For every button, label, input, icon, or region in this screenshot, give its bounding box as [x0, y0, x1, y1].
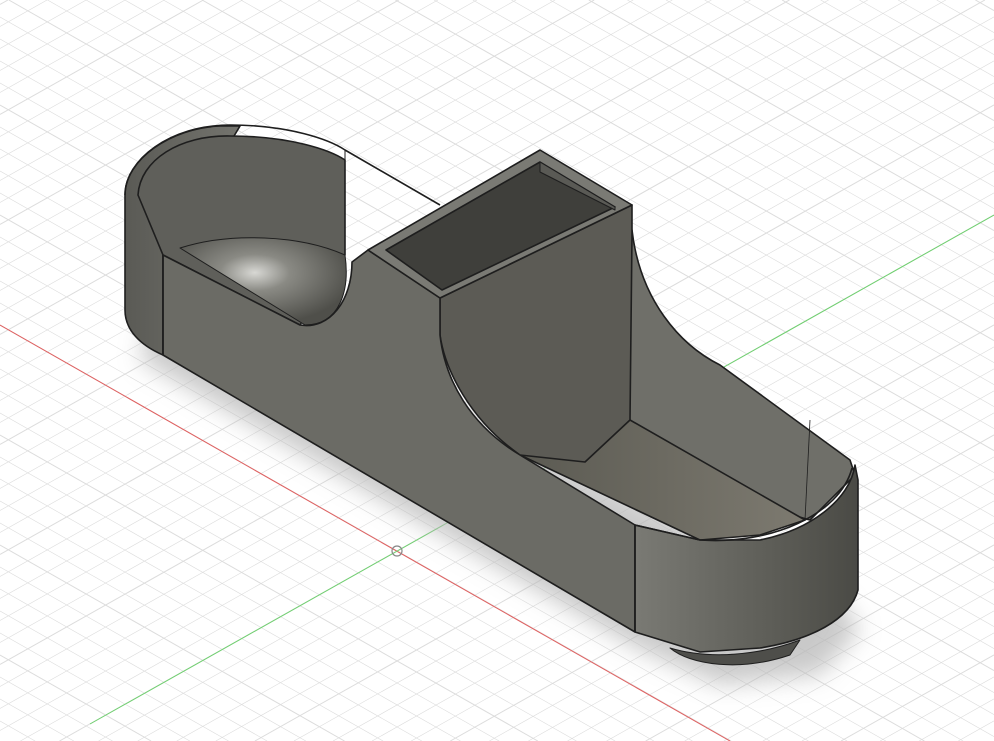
grid-line — [665, 0, 994, 187]
3d-viewport[interactable] — [0, 0, 994, 741]
canvas[interactable] — [0, 0, 994, 741]
grid-line — [0, 0, 204, 115]
3d-model-body[interactable] — [124, 124, 859, 666]
grid-line — [0, 0, 9, 5]
grid-line — [0, 588, 268, 741]
grid-line — [820, 0, 994, 99]
grid-line — [0, 566, 306, 741]
grid-line — [897, 0, 994, 55]
grid-line — [704, 0, 994, 165]
grid-line — [0, 0, 165, 93]
grid-line — [0, 654, 152, 741]
grid-line — [0, 500, 422, 741]
grid-line — [975, 0, 994, 12]
grid-line — [0, 478, 461, 741]
grid-line — [0, 720, 36, 741]
grid-line — [0, 610, 229, 741]
grid-line — [859, 0, 994, 77]
grid-line — [781, 0, 994, 122]
grid-line — [0, 0, 126, 71]
grid-line — [0, 0, 282, 159]
grid-line — [840, 654, 994, 741]
grid-line — [0, 698, 74, 741]
grid-line — [936, 0, 994, 33]
grid-line — [919, 698, 994, 741]
grid-line — [0, 0, 48, 27]
grid-line — [0, 632, 190, 741]
grid-line — [0, 544, 345, 741]
grid-line — [958, 720, 994, 741]
